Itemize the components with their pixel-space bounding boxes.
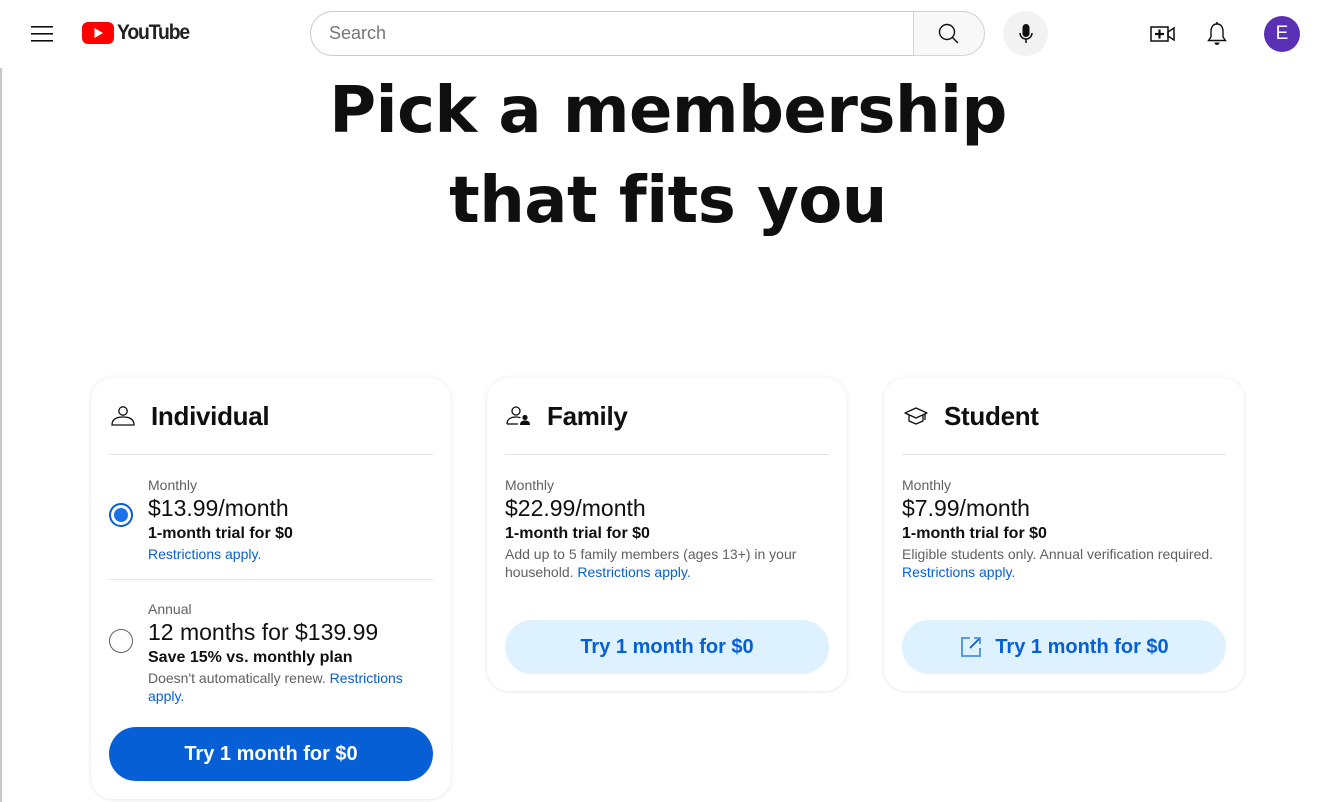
graduation-cap-icon bbox=[902, 402, 930, 430]
plan-header: Individual bbox=[109, 378, 433, 455]
page-title-line-1: Pick a membership bbox=[329, 74, 1007, 148]
radio-annual[interactable] bbox=[109, 629, 133, 653]
cta-label: Try 1 month for $0 bbox=[580, 635, 754, 658]
plan-name: Family bbox=[547, 400, 628, 431]
cta-label: Try 1 month for $0 bbox=[995, 635, 1169, 658]
top-bar: YouTube E bbox=[0, 0, 1331, 68]
option-trial: 1-month trial for $0 bbox=[148, 525, 293, 542]
plan-name: Student bbox=[944, 400, 1039, 431]
search-input[interactable] bbox=[310, 11, 913, 56]
option-price: $7.99/month bbox=[902, 495, 1030, 521]
voice-search-button[interactable] bbox=[1003, 11, 1048, 56]
option-description: Eligible students only. Annual verificat… bbox=[902, 545, 1226, 581]
restrictions-link[interactable]: Restrictions apply. bbox=[577, 564, 690, 580]
plan-option-monthly[interactable]: Monthly $13.99/month 1-month trial for $… bbox=[109, 455, 433, 580]
search-bar bbox=[310, 11, 985, 56]
open-external-icon bbox=[959, 635, 983, 659]
option-description: Add up to 5 family members (ages 13+) in… bbox=[505, 545, 829, 581]
notifications-button[interactable] bbox=[1197, 14, 1237, 54]
person-icon bbox=[109, 402, 137, 430]
search-button[interactable] bbox=[913, 11, 985, 56]
plan-name: Individual bbox=[151, 400, 270, 431]
youtube-play-icon bbox=[82, 22, 114, 44]
eligibility-note: Eligible students only. Annual verificat… bbox=[902, 546, 1214, 562]
plan-card-family: Family Monthly $22.99/month 1-month tria… bbox=[487, 378, 847, 691]
option-trial: 1-month trial for $0 bbox=[902, 525, 1047, 542]
option-period: Monthly bbox=[505, 477, 555, 493]
logo-text: YouTube bbox=[117, 21, 190, 44]
plan-card-student: Student Monthly $7.99/month 1-month tria… bbox=[884, 378, 1244, 691]
page-title: Pick a membership that fits you bbox=[0, 66, 1331, 246]
plan-card-individual: Individual Monthly $13.99/month 1-month … bbox=[91, 378, 451, 799]
page-title-line-2: that fits you bbox=[449, 164, 887, 238]
renewal-note: Doesn't automatically renew. bbox=[148, 670, 326, 686]
try-student-button[interactable]: Try 1 month for $0 bbox=[902, 620, 1226, 674]
try-individual-button[interactable]: Try 1 month for $0 bbox=[109, 727, 433, 781]
family-icon bbox=[505, 402, 533, 430]
create-button[interactable] bbox=[1143, 14, 1183, 54]
create-video-icon bbox=[1150, 26, 1175, 42]
plan-header: Family bbox=[505, 378, 829, 455]
radio-monthly[interactable] bbox=[109, 503, 133, 527]
youtube-logo[interactable]: YouTube bbox=[82, 21, 195, 45]
plan-header: Student bbox=[902, 378, 1226, 455]
option-price: $22.99/month bbox=[505, 495, 646, 521]
restrictions-link[interactable]: Restrictions apply. bbox=[902, 564, 1015, 580]
search-icon bbox=[938, 23, 959, 43]
plan-option-annual[interactable]: Annual 12 months for $139.99 Save 15% vs… bbox=[109, 580, 433, 705]
option-trial: 1-month trial for $0 bbox=[505, 525, 650, 542]
option-price: $13.99/month bbox=[148, 495, 289, 521]
hamburger-menu-icon bbox=[31, 26, 53, 42]
option-period: Annual bbox=[148, 601, 192, 617]
option-description: Doesn't automatically renew. Restriction… bbox=[148, 669, 433, 705]
menu-button[interactable] bbox=[22, 14, 62, 54]
option-period: Monthly bbox=[148, 477, 198, 493]
option-description: Restrictions apply. bbox=[148, 545, 433, 563]
option-price: 12 months for $139.99 bbox=[148, 619, 379, 645]
try-family-button[interactable]: Try 1 month for $0 bbox=[505, 620, 829, 674]
microphone-icon bbox=[1018, 23, 1033, 43]
plan-option-monthly: Monthly $22.99/month 1-month trial for $… bbox=[505, 455, 829, 581]
plan-option-monthly: Monthly $7.99/month 1-month trial for $0… bbox=[902, 455, 1226, 581]
avatar[interactable]: E bbox=[1264, 16, 1300, 52]
bell-icon bbox=[1207, 22, 1227, 45]
option-period: Monthly bbox=[902, 477, 952, 493]
option-savings: Save 15% vs. monthly plan bbox=[148, 649, 353, 666]
cta-label: Try 1 month for $0 bbox=[184, 742, 358, 765]
restrictions-link[interactable]: Restrictions apply. bbox=[148, 546, 261, 562]
